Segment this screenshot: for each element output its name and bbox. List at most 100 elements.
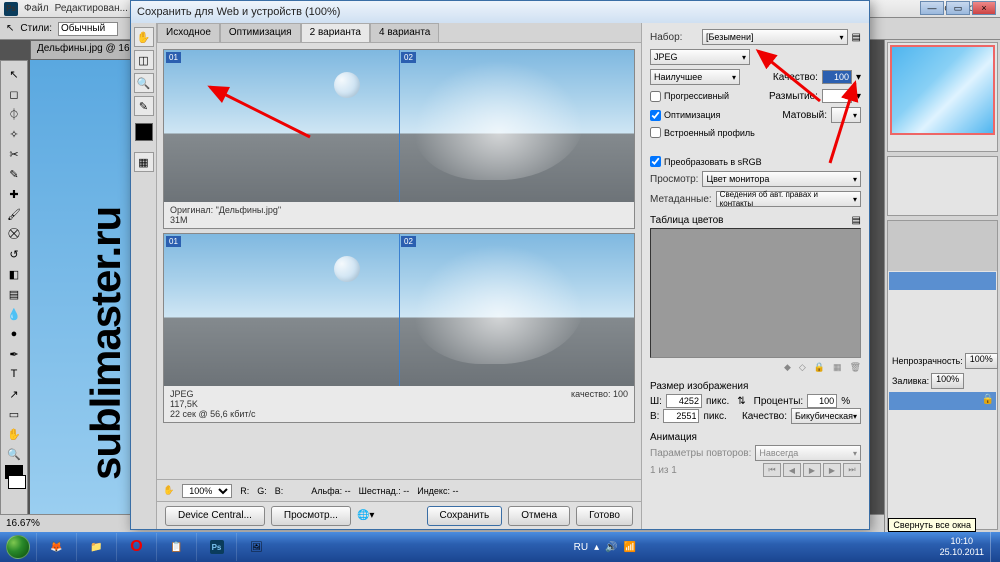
taskbar-opera-icon[interactable]: O — [116, 533, 156, 561]
taskbar-photoshop-icon[interactable]: Ps — [196, 533, 236, 561]
zoom-tool-icon[interactable]: 🔍 — [4, 445, 24, 463]
app-window-controls: — ▭ × — [920, 1, 996, 15]
lasso-tool-icon[interactable]: ⏀ — [4, 105, 24, 123]
type-tool-icon[interactable]: T — [4, 365, 24, 383]
path-tool-icon[interactable]: ↗ — [4, 385, 24, 403]
taskbar-app-icon[interactable]: 🖼 — [236, 533, 276, 561]
color-table[interactable] — [650, 228, 861, 358]
menu-icon[interactable]: ▤ — [852, 32, 861, 43]
close-button[interactable]: × — [972, 1, 996, 15]
ct-icon[interactable]: 🗑 — [850, 362, 861, 373]
pen-tool-icon[interactable]: ✒ — [4, 345, 24, 363]
preview-footer: ✋ 100% R: G: B: Альфа: -- Шестнад.: -- И… — [157, 479, 641, 501]
quality-preset-select[interactable]: Наилучшее — [650, 69, 740, 85]
tab-original[interactable]: Исходное — [157, 23, 220, 42]
taskbar-clock[interactable]: 10:10 25.10.2011 — [934, 536, 990, 558]
start-button[interactable] — [0, 532, 36, 562]
taskbar-app-icon[interactable]: 📋 — [156, 533, 196, 561]
format-select[interactable]: JPEG — [650, 49, 750, 65]
hand-tool-icon[interactable]: ✋ — [134, 27, 154, 47]
ct-icon[interactable]: 🔒 — [814, 362, 825, 373]
layer-row[interactable] — [889, 272, 996, 290]
opacity-value[interactable]: 100% — [965, 353, 998, 369]
stamp-tool-icon[interactable]: ⛒ — [4, 225, 24, 243]
minimize-button[interactable]: — — [920, 1, 944, 15]
blur-input[interactable] — [822, 89, 852, 103]
style-select[interactable] — [58, 22, 118, 36]
optimized-format: JPEG — [170, 389, 256, 399]
preset-select[interactable]: [Безымени] — [702, 29, 848, 45]
done-button[interactable]: Готово — [576, 506, 633, 526]
resample-select[interactable]: Бикубическая — [791, 408, 861, 424]
slice-tool-icon[interactable]: ◫ — [134, 50, 154, 70]
marquee-tool-icon[interactable]: ◻ — [4, 85, 24, 103]
quality-slider-icon[interactable]: ▾ — [856, 72, 861, 83]
navigator-thumbnail[interactable] — [890, 45, 995, 135]
crop-tool-icon[interactable]: ✂ — [4, 145, 24, 163]
metadata-select[interactable]: Сведения об авт. правах и контакты — [716, 191, 861, 207]
zoom-status[interactable]: 16.67% — [6, 518, 40, 529]
background-color[interactable] — [8, 475, 26, 489]
tools-panel: ↖ ◻ ⏀ ✧ ✂ ✎ ✚ 🖌 ⛒ ↺ ◧ ▤ 💧 ● ✒ T ↗ ▭ ✋ 🔍 — [0, 60, 28, 532]
maximize-button[interactable]: ▭ — [946, 1, 970, 15]
color-panel[interactable] — [887, 156, 998, 216]
shape-tool-icon[interactable]: ▭ — [4, 405, 24, 423]
menu-edit[interactable]: Редактирован... — [55, 3, 128, 14]
tray-lang[interactable]: RU — [574, 542, 588, 553]
preview-pane-optimized[interactable]: 01 02 JPEG 117,5K 22 сек @ 56,6 кбит/с к… — [163, 233, 635, 423]
move-tool-icon[interactable]: ↖ — [4, 65, 24, 83]
fill-value[interactable]: 100% — [931, 373, 964, 389]
last-frame-icon: ⏭ — [843, 463, 861, 477]
brush-tool-icon[interactable]: 🖌 — [4, 205, 24, 223]
tab-2up[interactable]: 2 варианта — [301, 23, 370, 42]
menu-icon[interactable]: ▤ — [852, 215, 861, 226]
ct-icon[interactable]: ◇ — [799, 362, 806, 373]
blur-slider-icon[interactable]: ▾ — [856, 91, 861, 102]
ct-icon[interactable]: ▦ — [833, 362, 842, 373]
device-central-button[interactable]: Device Central... — [165, 506, 265, 526]
percent-input[interactable] — [807, 394, 837, 408]
slice-visibility-icon[interactable]: ▦ — [134, 152, 154, 172]
hand-icon[interactable]: ✋ — [163, 485, 174, 496]
quality-input[interactable] — [822, 70, 852, 84]
cancel-button[interactable]: Отмена — [508, 506, 570, 526]
gradient-tool-icon[interactable]: ▤ — [4, 285, 24, 303]
hand-tool-icon[interactable]: ✋ — [4, 425, 24, 443]
menu-file[interactable]: Файл — [24, 3, 49, 14]
heal-tool-icon[interactable]: ✚ — [4, 185, 24, 203]
height-input[interactable] — [663, 409, 699, 423]
dodge-tool-icon[interactable]: ● — [4, 325, 24, 343]
history-brush-icon[interactable]: ↺ — [4, 245, 24, 263]
preview-button[interactable]: Просмотр... — [271, 506, 351, 526]
wand-tool-icon[interactable]: ✧ — [4, 125, 24, 143]
progressive-checkbox[interactable]: Прогрессивный — [650, 91, 729, 102]
link-icon[interactable]: ⇅ — [737, 396, 745, 407]
eyedropper-color[interactable] — [135, 123, 153, 141]
ct-icon[interactable]: ◆ — [784, 362, 791, 373]
metadata-label: Метаданные: — [650, 194, 712, 205]
eyedropper-tool-icon[interactable]: ✎ — [134, 96, 154, 116]
show-desktop-button[interactable] — [990, 532, 1000, 562]
tab-4up[interactable]: 4 варианта — [370, 23, 439, 42]
layer-row[interactable]: 🔒 — [889, 392, 996, 410]
tray-volume-icon[interactable]: 🔊 — [605, 542, 617, 553]
zoom-tool-icon[interactable]: 🔍 — [134, 73, 154, 93]
eraser-tool-icon[interactable]: ◧ — [4, 265, 24, 283]
taskbar-firefox-icon[interactable]: 🦊 — [36, 533, 76, 561]
matte-select[interactable] — [831, 107, 861, 123]
tab-optimized[interactable]: Оптимизация — [220, 23, 301, 42]
preview-select[interactable]: Цвет монитора — [702, 171, 861, 187]
tray-arrow-icon[interactable]: ▴ — [594, 542, 599, 553]
optimized-checkbox[interactable]: Оптимизация — [650, 110, 720, 121]
save-button[interactable]: Сохранить — [427, 506, 503, 526]
tray-network-icon[interactable]: 📶 — [624, 542, 636, 553]
icc-checkbox[interactable]: Встроенный профиль — [650, 127, 755, 138]
width-input[interactable] — [666, 394, 702, 408]
srgb-checkbox[interactable]: Преобразовать в sRGB — [650, 156, 861, 167]
browser-icon[interactable]: 🌐▾ — [357, 510, 374, 521]
taskbar-explorer-icon[interactable]: 📁 — [76, 533, 116, 561]
eyedropper-tool-icon[interactable]: ✎ — [4, 165, 24, 183]
preview-pane-original[interactable]: 01 02 Оригинал: "Дельфины.jpg" 31M — [163, 49, 635, 229]
zoom-select[interactable]: 100% — [182, 484, 232, 498]
blur-tool-icon[interactable]: 💧 — [4, 305, 24, 323]
